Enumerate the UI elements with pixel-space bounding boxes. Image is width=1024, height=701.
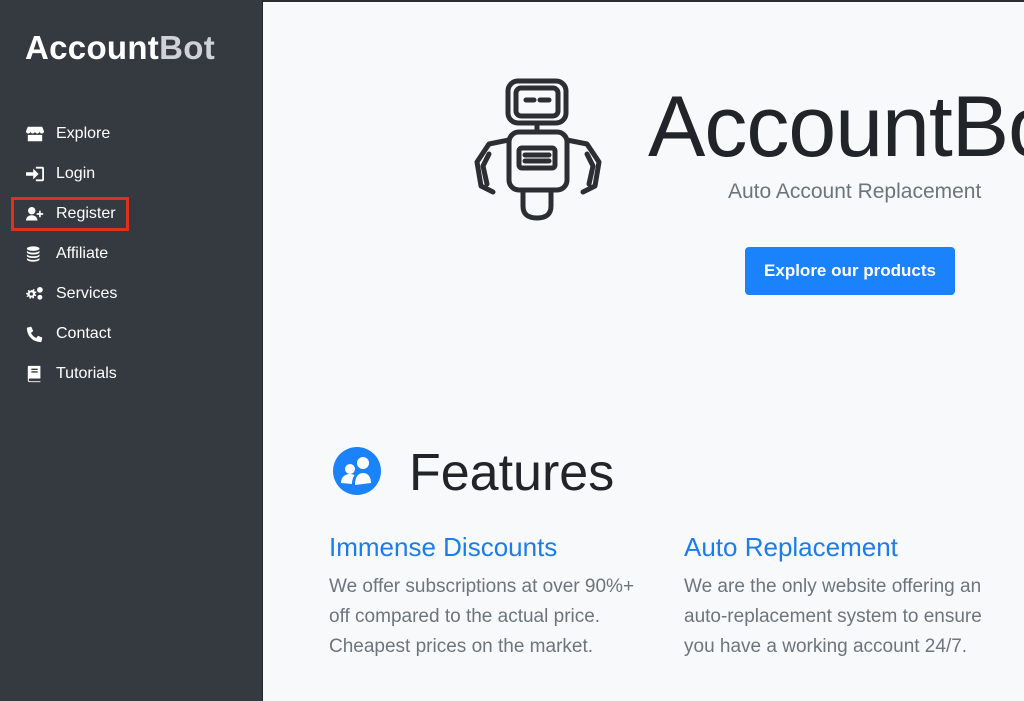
- sidebar-item-label: Explore: [56, 125, 111, 142]
- sidebar-item-affiliate[interactable]: Affiliate: [0, 234, 263, 274]
- brand-name-main: Account: [25, 29, 160, 66]
- top-divider: [263, 0, 1024, 2]
- sign-in-icon: [24, 164, 46, 184]
- robot-icon: [474, 78, 602, 221]
- main-content: AccountBot Auto Account Replacement Expl…: [263, 0, 1024, 701]
- users-circle-icon: [333, 447, 381, 495]
- store-icon: [24, 124, 46, 144]
- sidebar-item-tutorials[interactable]: Tutorials: [0, 354, 263, 394]
- hero-subtitle: Auto Account Replacement: [728, 180, 982, 203]
- sidebar-item-label: Affiliate: [56, 245, 109, 262]
- user-plus-icon: [24, 204, 46, 224]
- hero-title: AccountBot: [648, 79, 1024, 175]
- sidebar-item-register[interactable]: Register: [0, 194, 263, 234]
- feature-card: Immense Discounts We offer subscriptions…: [329, 530, 659, 662]
- feature-text: We offer subscriptions at over 90%+ off …: [329, 576, 635, 657]
- brand-name-accent: Bot: [159, 29, 215, 66]
- gears-icon: [24, 284, 46, 304]
- sidebar-item-label: Services: [56, 285, 118, 302]
- sidebar-item-contact[interactable]: Contact: [0, 314, 263, 354]
- features-heading: Features: [409, 444, 615, 502]
- sidebar-item-label: Tutorials: [56, 365, 117, 382]
- feature-heading: Auto Replacement: [684, 532, 898, 562]
- sidebar-item-explore[interactable]: Explore: [0, 114, 263, 154]
- coins-icon: [24, 244, 46, 264]
- sidebar-item-label: Contact: [56, 325, 112, 342]
- phone-icon: [24, 324, 46, 344]
- brand-logo[interactable]: AccountBot: [25, 28, 215, 68]
- feature-heading: Immense Discounts: [329, 532, 558, 562]
- feature-text: We are the only website offering an auto…: [684, 576, 982, 657]
- sidebar-nav: Explore Login Register Affiliate Service…: [0, 114, 263, 394]
- sidebar-item-label: Register: [56, 205, 116, 222]
- book-icon: [24, 364, 46, 384]
- explore-products-button[interactable]: Explore our products: [745, 247, 955, 295]
- sidebar-item-services[interactable]: Services: [0, 274, 263, 314]
- feature-card: Auto Replacement We are the only website…: [684, 530, 1014, 662]
- sidebar: AccountBot Explore Login Register Affili…: [0, 0, 263, 701]
- sidebar-item-label: Login: [56, 165, 96, 182]
- sidebar-item-login[interactable]: Login: [0, 154, 263, 194]
